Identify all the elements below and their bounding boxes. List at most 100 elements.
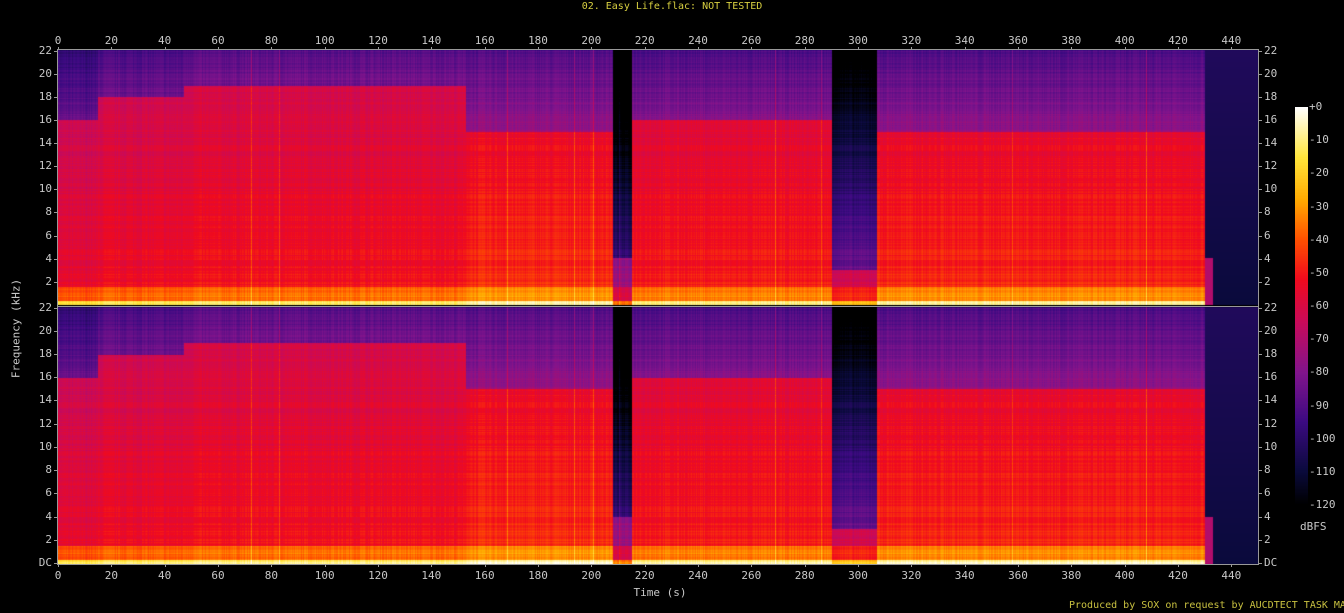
x-tick-label-top: 420 [1168, 34, 1188, 47]
x-tick-mark [644, 564, 646, 567]
y-tick-mark [54, 73, 58, 75]
x-tick-mark [804, 564, 806, 567]
y-tick-label-right: 20 [1264, 66, 1278, 80]
colorbar-tick-label: -30 [1309, 199, 1329, 213]
x-tick-label-bottom: 380 [1061, 569, 1082, 582]
y-tick-mark [54, 446, 58, 448]
y-tick-label-right: 10 [1264, 182, 1278, 196]
x-tick-label-top: 180 [528, 34, 548, 47]
colorbar-tick-label: -80 [1309, 365, 1329, 379]
y-tick-label-right: DC [1264, 556, 1278, 569]
x-tick-mark [644, 47, 646, 50]
colorbar-tick-label: -60 [1309, 299, 1329, 312]
x-tick-label-top: 360 [1008, 34, 1028, 47]
x-tick-label-bottom: 140 [421, 569, 442, 582]
x-tick-mark [431, 564, 433, 567]
y-tick-label-left: 18 [38, 347, 52, 361]
x-tick-mark [58, 564, 59, 567]
x-tick-mark [1231, 47, 1233, 50]
y-tick-label-left: 12 [38, 159, 52, 173]
y-tick-mark [1258, 189, 1262, 191]
x-tick-mark [911, 564, 913, 567]
y-tick-label-left: 22 [38, 300, 52, 314]
x-tick-mark [1018, 564, 1019, 567]
x-tick-label-top: 200 [581, 34, 602, 47]
y-tick-label-left: 2 [45, 274, 52, 288]
y-tick-label-right: 12 [1264, 159, 1278, 173]
y-tick-label-left: 16 [38, 112, 52, 126]
x-tick-label-top: 120 [368, 34, 388, 47]
y-tick-label-right: 6 [1264, 228, 1271, 242]
spectrogram-heatmap [58, 50, 1258, 564]
x-tick-label-bottom: 240 [688, 569, 708, 582]
x-axis-label: Time (s) [633, 586, 687, 599]
y-tick-mark [54, 143, 58, 145]
x-tick-mark [591, 564, 593, 567]
x-tick-label-bottom: 320 [901, 569, 922, 582]
y-tick-mark [54, 189, 58, 191]
y-tick-mark [1258, 258, 1262, 260]
x-tick-label-top: 380 [1061, 34, 1082, 47]
y-tick-label-left: 6 [45, 486, 52, 500]
y-tick-label-left: 6 [45, 228, 52, 242]
colorbar-unit: dBFS [1300, 520, 1327, 533]
y-tick-label-right: 10 [1264, 439, 1278, 453]
y-tick-label-right: 14 [1264, 393, 1278, 407]
x-tick-label-bottom: 60 [211, 569, 225, 582]
y-tick-mark [54, 539, 58, 541]
x-tick-mark [964, 47, 966, 50]
x-tick-label-top: 240 [688, 34, 708, 47]
x-tick-label-top: 300 [848, 34, 868, 47]
colorbar-tick-label: -10 [1309, 133, 1329, 147]
y-tick-label-left: 20 [38, 66, 52, 80]
x-tick-label-top: 160 [474, 34, 495, 47]
x-tick-mark [111, 564, 113, 567]
y-tick-label-right: 18 [1264, 89, 1278, 103]
x-tick-label-bottom: 260 [741, 569, 762, 582]
y-tick-label-right: 4 [1264, 251, 1271, 265]
y-tick-mark [54, 377, 58, 379]
y-tick-mark [54, 400, 58, 402]
x-tick-mark [1124, 564, 1126, 567]
x-tick-label-bottom: 180 [528, 569, 548, 582]
y-tick-mark [54, 166, 58, 168]
x-tick-label-bottom: 220 [634, 569, 655, 582]
y-tick-mark [54, 493, 58, 495]
y-tick-mark [1258, 563, 1262, 564]
y-tick-mark [54, 470, 58, 472]
y-tick-label-left: 4 [45, 251, 52, 265]
y-tick-label-right: 16 [1264, 112, 1278, 126]
y-tick-mark [54, 235, 58, 237]
colorbar-tick-label: -70 [1309, 332, 1329, 346]
y-tick-mark [54, 119, 58, 121]
x-tick-mark [804, 47, 806, 50]
x-tick-mark [1071, 47, 1073, 50]
x-tick-mark [591, 47, 593, 50]
y-tick-label-right: 22 [1264, 300, 1278, 314]
y-tick-label-left: 22 [38, 43, 52, 57]
x-tick-mark [111, 47, 113, 50]
y-tick-mark [1258, 354, 1262, 356]
x-tick-label-bottom: 20 [104, 569, 118, 582]
x-tick-mark [164, 47, 166, 50]
y-tick-label-right: 8 [1264, 205, 1271, 219]
x-tick-label-bottom: 360 [1008, 569, 1028, 582]
y-tick-mark [54, 330, 58, 332]
x-tick-mark [164, 564, 166, 567]
colorbar-tick-label: +0 [1309, 100, 1323, 113]
y-tick-mark [54, 354, 58, 356]
x-tick-label-top: 280 [794, 34, 815, 47]
footer-credit: Produced by SOX on request by AUCDTECT T… [1069, 600, 1344, 611]
y-tick-mark [54, 96, 58, 98]
x-tick-mark [858, 564, 859, 567]
x-tick-mark [218, 47, 219, 50]
x-tick-mark [751, 564, 753, 567]
y-axis-label: Frequency (kHz) [9, 278, 23, 379]
x-tick-mark [1178, 47, 1179, 50]
x-tick-mark [964, 564, 966, 567]
y-tick-label-right: 18 [1264, 347, 1278, 361]
x-tick-mark [58, 47, 59, 50]
x-tick-label-top: 80 [264, 34, 278, 47]
x-tick-label-bottom: 280 [794, 569, 815, 582]
y-tick-mark [1258, 73, 1262, 75]
